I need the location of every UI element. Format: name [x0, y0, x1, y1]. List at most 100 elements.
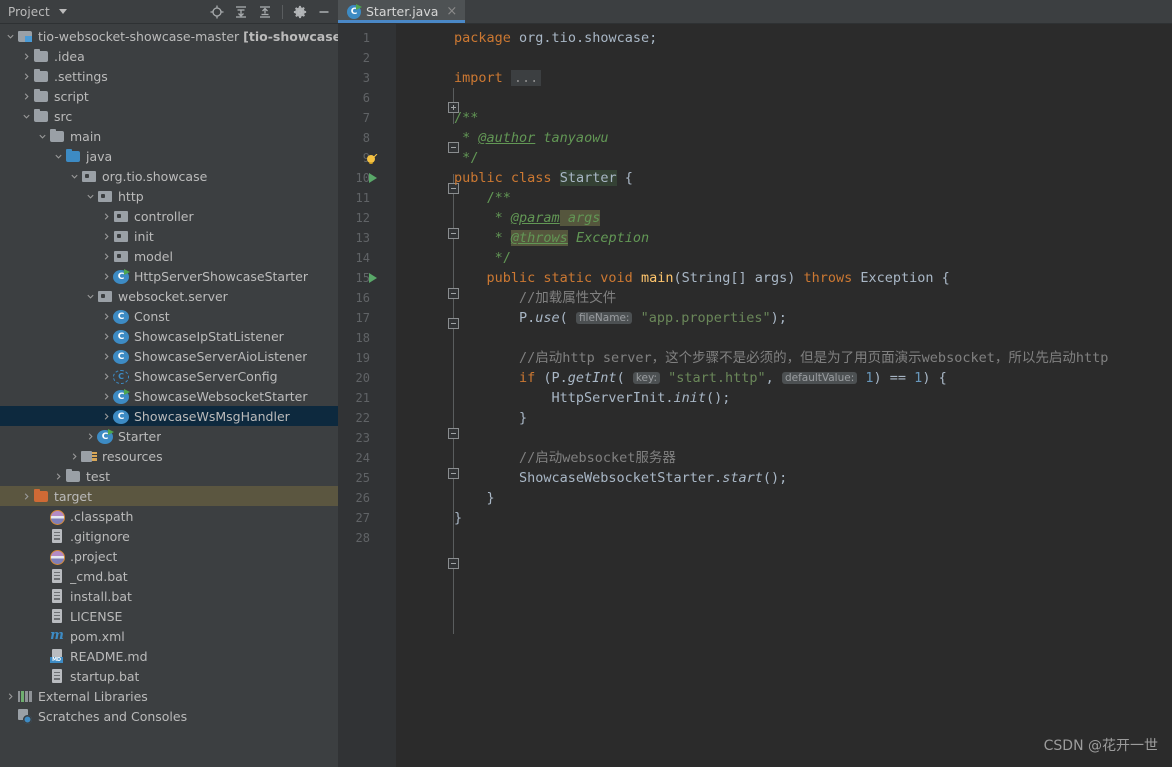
tree-node-showcaseserveraiolistener[interactable]: ShowcaseServerAioListener [0, 346, 338, 366]
gutter-line-21[interactable]: 21 [338, 388, 396, 408]
gutter-line-19[interactable]: 19 [338, 348, 396, 368]
run-gutter-icon[interactable] [369, 273, 377, 283]
tree-node-external-libraries[interactable]: External Libraries [0, 686, 338, 706]
gutter-line-15[interactable]: 15 [338, 268, 396, 288]
code-editor[interactable]: 1 2 3 6 7 8 9 10 11 12 13 14 15 16 17 18 19 20 21 22 23 24 25 2… [338, 24, 1172, 767]
tree-node-model[interactable]: model [0, 246, 338, 266]
tree-node-pom-xml[interactable]: pom.xml [0, 626, 338, 646]
chevron-right-icon[interactable] [4, 686, 17, 706]
tree-node-project[interactable]: .project [0, 546, 338, 566]
tree-node-showcaseserverconfig[interactable]: ShowcaseServerConfig [0, 366, 338, 386]
gutter-line-16[interactable]: 16 [338, 288, 396, 308]
chevron-down-icon[interactable] [84, 286, 97, 306]
gutter-line-26[interactable]: 26 [338, 488, 396, 508]
chevron-right-icon[interactable] [100, 386, 113, 406]
tree-node-showcasewsmsghandler[interactable]: ShowcaseWsMsgHandler [0, 406, 338, 426]
tree-node-idea[interactable]: .idea [0, 46, 338, 66]
import-fold-placeholder[interactable]: ... [510, 70, 542, 86]
gutter-line-8[interactable]: 8 [338, 128, 396, 148]
chevron-right-icon[interactable] [100, 326, 113, 346]
tree-node-showcaseipstatlistener[interactable]: ShowcaseIpStatListener [0, 326, 338, 346]
chevron-right-icon[interactable] [100, 206, 113, 226]
project-tree[interactable]: tio-websocket-showcase-master [tio-showc… [0, 24, 338, 767]
locate-icon[interactable] [207, 2, 227, 22]
tree-node-org-tio-showcase[interactable]: org.tio.showcase [0, 166, 338, 186]
chevron-right-icon[interactable] [84, 426, 97, 446]
toolwindow-title[interactable]: Project [8, 5, 50, 19]
tree-node-license[interactable]: LICENSE [0, 606, 338, 626]
tree-node-cmd-bat[interactable]: _cmd.bat [0, 566, 338, 586]
gutter-line-28[interactable]: 28 [338, 528, 396, 548]
intention-bulb-icon[interactable] [366, 151, 378, 164]
gutter-line-2[interactable]: 2 [338, 48, 396, 68]
gutter-line-12[interactable]: 12 [338, 208, 396, 228]
tree-node-test[interactable]: test [0, 466, 338, 486]
chevron-right-icon[interactable] [100, 406, 113, 426]
chevron-right-icon[interactable] [20, 66, 33, 86]
tree-node-scratches-and-consoles[interactable]: Scratches and Consoles [0, 706, 338, 726]
tree-node-src[interactable]: src [0, 106, 338, 126]
tree-node-gitignore[interactable]: .gitignore [0, 526, 338, 546]
tree-node-http[interactable]: http [0, 186, 338, 206]
tree-node-classpath[interactable]: .classpath [0, 506, 338, 526]
chevron-down-icon[interactable] [4, 26, 17, 46]
chevron-right-icon[interactable] [100, 226, 113, 246]
gutter-line-17[interactable]: 17 [338, 308, 396, 328]
chevron-right-icon[interactable] [100, 346, 113, 366]
tree-node-startup-bat[interactable]: startup.bat [0, 666, 338, 686]
gutter-line-20[interactable]: 20 [338, 368, 396, 388]
fold-collapse-method-end-icon[interactable] [448, 558, 459, 569]
chevron-down-icon[interactable] [68, 166, 81, 186]
run-gutter-icon[interactable] [369, 173, 377, 183]
chevron-down-icon[interactable] [20, 106, 33, 126]
tree-node-resources[interactable]: resources [0, 446, 338, 466]
chevron-down-icon[interactable] [84, 186, 97, 206]
chevron-right-icon[interactable] [100, 366, 113, 386]
tree-node-java[interactable]: java [0, 146, 338, 166]
tree-node-const[interactable]: Const [0, 306, 338, 326]
tree-node-tio-websocket-showcase-master[interactable]: tio-websocket-showcase-master [tio-showc… [0, 26, 338, 46]
chevron-right-icon[interactable] [100, 246, 113, 266]
editor-gutter[interactable]: 1 2 3 6 7 8 9 10 11 12 13 14 15 16 17 18 19 20 21 22 23 24 25 2… [338, 24, 396, 767]
tree-node-websocket-server[interactable]: websocket.server [0, 286, 338, 306]
chevron-right-icon[interactable] [20, 86, 33, 106]
code-area[interactable]: package org.tio.showcase; import ... /**… [396, 24, 1172, 767]
chevron-down-icon[interactable] [58, 9, 67, 14]
gutter-line-3[interactable]: 3 [338, 68, 396, 88]
tree-node-readme-md[interactable]: README.md [0, 646, 338, 666]
gutter-line-6[interactable]: 6 [338, 88, 396, 108]
gutter-line-13[interactable]: 13 [338, 228, 396, 248]
minimize-icon[interactable] [314, 2, 334, 22]
tree-node-script[interactable]: script [0, 86, 338, 106]
tree-node-starter[interactable]: Starter [0, 426, 338, 446]
collapse-all-icon[interactable] [255, 2, 275, 22]
chevron-down-icon[interactable] [36, 126, 49, 146]
gutter-line-11[interactable]: 11 [338, 188, 396, 208]
tree-node-init[interactable]: init [0, 226, 338, 246]
gutter-line-25[interactable]: 25 [338, 468, 396, 488]
expand-all-icon[interactable] [231, 2, 251, 22]
tree-node-httpservershowcasestarter[interactable]: HttpServerShowcaseStarter [0, 266, 338, 286]
chevron-right-icon[interactable] [100, 306, 113, 326]
tree-node-target[interactable]: target [0, 486, 338, 506]
chevron-right-icon[interactable] [20, 46, 33, 66]
gear-icon[interactable] [290, 2, 310, 22]
chevron-right-icon[interactable] [20, 486, 33, 506]
tree-node-controller[interactable]: controller [0, 206, 338, 226]
gutter-line-23[interactable]: 23 [338, 428, 396, 448]
gutter-line-18[interactable]: 18 [338, 328, 396, 348]
tree-node-install-bat[interactable]: install.bat [0, 586, 338, 606]
tree-node-main[interactable]: main [0, 126, 338, 146]
gutter-line-27[interactable]: 27 [338, 508, 396, 528]
gutter-line-1[interactable]: 1 [338, 28, 396, 48]
close-icon[interactable]: × [446, 5, 457, 18]
gutter-line-9[interactable]: 9 [338, 148, 396, 168]
gutter-line-14[interactable]: 14 [338, 248, 396, 268]
gutter-line-24[interactable]: 24 [338, 448, 396, 468]
tree-node-showcasewebsocketstarter[interactable]: ShowcaseWebsocketStarter [0, 386, 338, 406]
tree-node-settings[interactable]: .settings [0, 66, 338, 86]
gutter-line-22[interactable]: 22 [338, 408, 396, 428]
editor-tab-starter-java[interactable]: C Starter.java × [338, 0, 466, 23]
chevron-right-icon[interactable] [68, 446, 81, 466]
gutter-line-10[interactable]: 10 [338, 168, 396, 188]
